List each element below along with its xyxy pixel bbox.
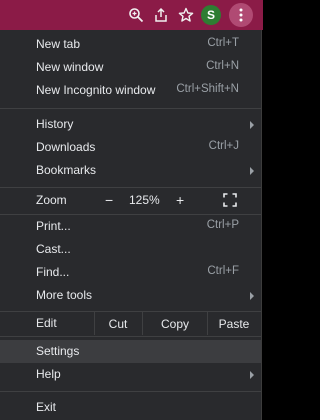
menu-item-label: Exit: [36, 400, 57, 414]
menu-item-more-tools[interactable]: More tools: [0, 284, 261, 307]
menu-item-label: Settings: [36, 344, 80, 358]
menu-item-print[interactable]: Print... Ctrl+P: [0, 215, 261, 238]
chevron-right-icon: [250, 121, 254, 129]
menu-item-shortcut: Ctrl+F: [207, 265, 239, 277]
browser-toolbar: S: [0, 0, 263, 30]
menu-item-settings[interactable]: Settings: [0, 340, 261, 363]
chevron-right-icon: [250, 371, 254, 379]
avatar[interactable]: S: [201, 5, 221, 25]
menu-item-shortcut: Ctrl+Shift+N: [176, 83, 239, 95]
menu-item-label: Downloads: [36, 140, 96, 154]
zoom-label: Zoom: [36, 193, 67, 207]
copy-button[interactable]: Copy: [143, 312, 207, 335]
zoom-row: Zoom − 125% +: [0, 187, 261, 210]
share-icon[interactable]: [152, 6, 170, 24]
zoom-level: 125%: [129, 193, 160, 207]
menu-item-downloads[interactable]: Downloads Ctrl+J: [0, 136, 261, 159]
menu-separator: [0, 336, 261, 337]
menu-item-new-window[interactable]: New window Ctrl+N: [0, 56, 261, 79]
menu-item-history[interactable]: History: [0, 113, 261, 136]
menu-item-new-tab[interactable]: New tab Ctrl+T: [0, 33, 261, 56]
menu-item-shortcut: Ctrl+J: [208, 140, 239, 152]
menu-item-help[interactable]: Help: [0, 363, 261, 386]
menu-item-label: New tab: [36, 37, 81, 51]
menu-item-label: More tools: [36, 288, 93, 302]
menu-item-label: Find...: [36, 265, 70, 279]
menu-item-label: New Incognito window: [36, 83, 156, 97]
more-vert-icon[interactable]: [229, 3, 253, 27]
zoom-icon[interactable]: [127, 6, 145, 24]
edit-label: Edit: [36, 316, 57, 330]
paste-button[interactable]: Paste: [208, 312, 260, 335]
menu-item-label: Help: [36, 367, 61, 381]
zoom-out-button[interactable]: −: [105, 192, 113, 208]
menu-item-exit[interactable]: Exit: [0, 396, 261, 419]
menu-item-shortcut: Ctrl+T: [207, 37, 239, 49]
cut-button[interactable]: Cut: [95, 312, 141, 335]
fullscreen-icon[interactable]: [223, 193, 237, 207]
browser-menu: New tab Ctrl+T New window Ctrl+N New Inc…: [0, 30, 262, 420]
menu-item-cast[interactable]: Cast...: [0, 238, 261, 261]
menu-item-label: Print...: [36, 219, 71, 233]
menu-item-label: History: [36, 117, 74, 131]
menu-item-bookmarks[interactable]: Bookmarks: [0, 159, 261, 182]
menu-item-label: New window: [36, 60, 104, 74]
chevron-right-icon: [250, 292, 254, 300]
edit-row: Edit Cut Copy Paste: [0, 312, 261, 335]
menu-separator: [0, 108, 261, 109]
menu-separator: [0, 391, 261, 392]
menu-item-label: Bookmarks: [36, 163, 97, 177]
zoom-in-button[interactable]: +: [176, 192, 184, 208]
menu-item-shortcut: Ctrl+N: [206, 60, 239, 72]
star-icon[interactable]: [177, 6, 195, 24]
menu-item-label: Cast...: [36, 242, 71, 256]
menu-item-shortcut: Ctrl+P: [206, 219, 239, 231]
chevron-right-icon: [250, 167, 254, 175]
menu-item-find[interactable]: Find... Ctrl+F: [0, 261, 261, 284]
menu-item-new-incognito-window[interactable]: New Incognito window Ctrl+Shift+N: [0, 79, 261, 102]
